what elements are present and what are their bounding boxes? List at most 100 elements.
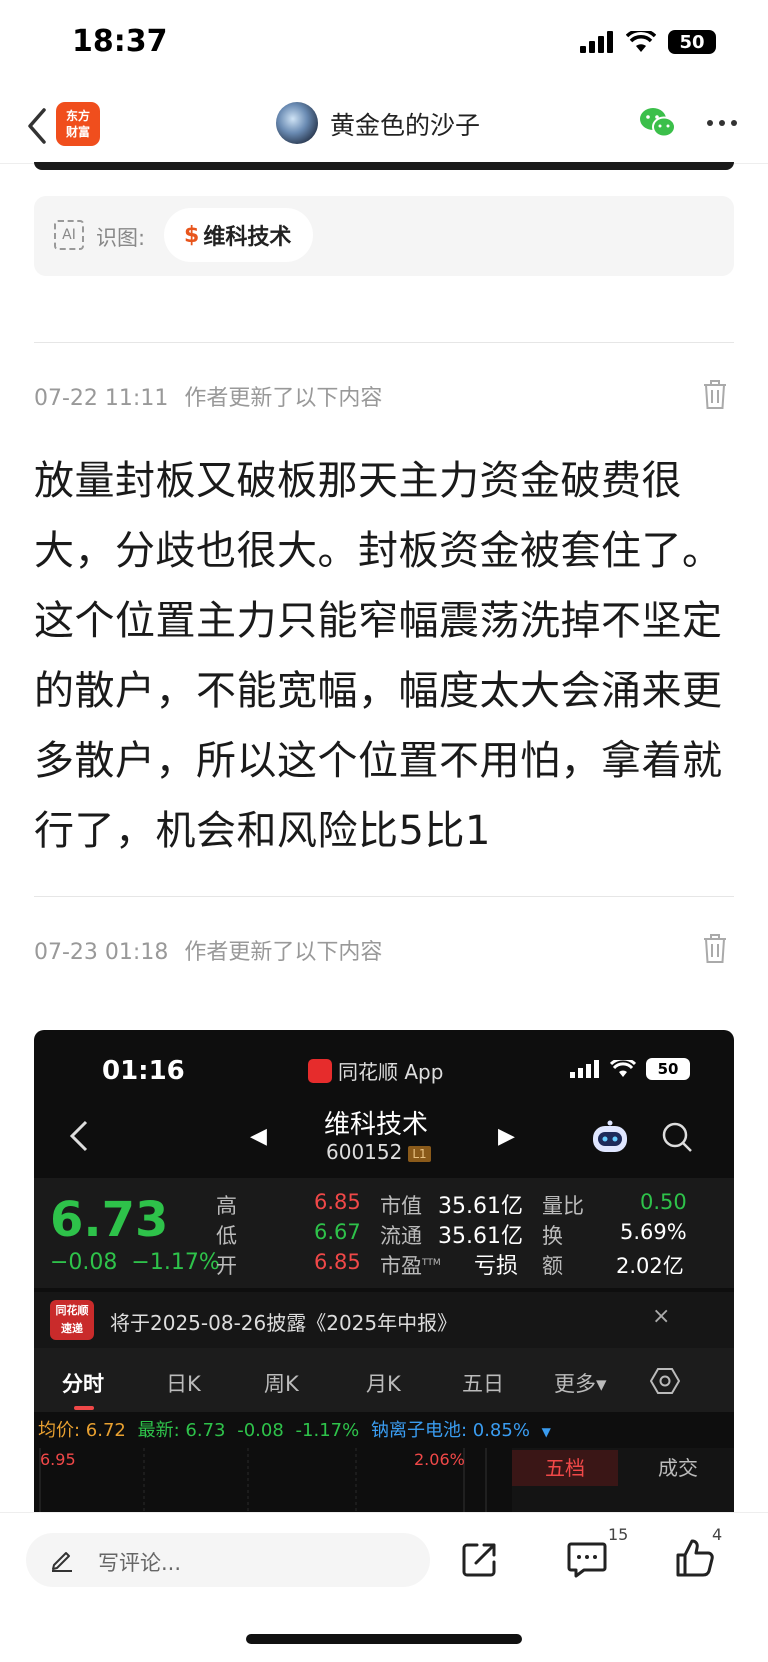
tab-daily-k: 日K: [166, 1372, 201, 1396]
image-recognition-box: AI 识图: $ 维科技术: [34, 196, 734, 276]
status-bar: 18:37 50: [0, 0, 768, 88]
stock-chip-name: 维科技术: [203, 225, 292, 250]
app-logo[interactable]: 东方 财富: [56, 102, 100, 146]
high-label: 高: [216, 1194, 237, 1218]
back-arrow-icon: [69, 1120, 88, 1152]
notice-logo-line2: 速递: [61, 1322, 83, 1335]
float-value: 35.61亿: [438, 1224, 523, 1249]
comment-input[interactable]: 写评论...: [26, 1533, 430, 1587]
open-label: 开: [216, 1254, 237, 1278]
update-datetime: 07-23 01:18: [34, 940, 169, 965]
battery-indicator: 50: [668, 30, 716, 54]
signal-icon: [580, 31, 613, 53]
update-note: 作者更新了以下内容: [184, 386, 383, 411]
pe-ttm: TTM: [422, 1258, 441, 1268]
app-logo-line2: 财富: [65, 125, 90, 139]
home-indicator: [246, 1634, 522, 1644]
turnover-label: 换: [542, 1224, 563, 1248]
app-logo-line1: 东方: [65, 109, 90, 123]
wifi-icon: [626, 31, 656, 52]
embedded-stock-header: ◀ 维科技术 600152 L1 ▶: [34, 1100, 734, 1172]
embedded-app-label: 同花顺 App: [308, 1056, 443, 1085]
nav-bar: 东方 财富 黄金色的沙子: [0, 88, 768, 164]
comment-icon[interactable]: [566, 1539, 608, 1579]
signal-icon: [570, 1060, 599, 1078]
author-avatar[interactable]: [276, 102, 318, 144]
sector-change: 钠离子电池: 0.85%: [370, 1420, 530, 1441]
update-note: 作者更新了以下内容: [184, 940, 383, 965]
embedded-app-name: 同花顺 App: [338, 1060, 444, 1084]
chart-top-percent: 2.06%: [414, 1450, 465, 1469]
close-icon: ×: [652, 1304, 671, 1329]
recognition-label: 识图:: [96, 226, 146, 250]
mcap-label: 市值: [380, 1194, 422, 1218]
settings-hex-icon: [650, 1368, 680, 1394]
update-meta: 07-23 01:18 作者更新了以下内容: [34, 934, 382, 966]
sector-dropdown-icon: ▼: [541, 1425, 551, 1439]
post-body-text: 放量封板又破板那天主力资金破费很大，分歧也很大。封板资金被套住了。这个位置主力只…: [34, 458, 723, 854]
amount-label: 额: [542, 1254, 563, 1278]
robot-assistant-icon: [593, 1120, 627, 1152]
embedded-screenshot[interactable]: 01:16 同花顺 App 50 ◀ 维科技术 600152 L1 ▶ 6.73…: [34, 1030, 734, 1550]
prev-stock-icon: ◀: [250, 1124, 267, 1149]
stock-code-text: 600152: [326, 1140, 403, 1164]
embedded-status-icons: 50: [570, 1058, 690, 1080]
avg-price: 均价: 6.72: [38, 1420, 126, 1441]
pen-icon: [52, 1552, 72, 1572]
pe-value: 亏损: [474, 1254, 519, 1279]
level-badge: L1: [408, 1145, 431, 1162]
embedded-time: 01:16: [102, 1056, 185, 1086]
more-options-icon[interactable]: [702, 106, 742, 140]
notice-text: 将于2025-08-26披露《2025年中报》: [110, 1311, 458, 1335]
low-label: 低: [216, 1224, 237, 1248]
divider: [34, 896, 734, 897]
comment-count: 15: [608, 1525, 629, 1544]
share-icon[interactable]: [460, 1539, 500, 1579]
change-percent: −1.17%: [131, 1250, 220, 1275]
status-icons: 50: [580, 30, 716, 54]
battery-indicator: 50: [646, 1058, 690, 1080]
tab-more: 更多▾: [554, 1372, 607, 1396]
latest-price: 最新: 6.73: [137, 1420, 226, 1441]
notice-logo-line1: 同花顺: [55, 1304, 89, 1317]
change-value: −0.08: [50, 1250, 118, 1275]
comment-placeholder: 写评论...: [98, 1551, 182, 1575]
trash-icon[interactable]: [700, 932, 730, 964]
wechat-share-icon[interactable]: [638, 106, 678, 140]
tab-five-day: 五日: [462, 1372, 504, 1396]
embedded-status-bar: 01:16 同花顺 App 50: [34, 1030, 734, 1100]
like-count: 4: [712, 1525, 723, 1544]
active-tab-indicator: [74, 1406, 94, 1410]
back-arrow-icon[interactable]: [22, 106, 52, 146]
thumbs-up-icon[interactable]: [674, 1537, 716, 1579]
update-meta: 07-22 11:11 作者更新了以下内容: [34, 380, 382, 412]
stock-chip[interactable]: $ 维科技术: [164, 208, 314, 262]
mcap-value: 35.61亿: [438, 1194, 523, 1219]
divider: [34, 342, 734, 343]
low-value: 6.67: [314, 1220, 361, 1244]
turnover-value: 5.69%: [620, 1220, 687, 1244]
vol-ratio-label: 量比: [542, 1194, 584, 1218]
dollar-icon: $: [184, 222, 200, 248]
quote-panel: 6.73 −0.08 −1.17% 高 6.85 低 6.67 开 6.85 市…: [34, 1178, 734, 1288]
price-change: −0.08 −1.17%: [50, 1250, 220, 1275]
indicator-row: 均价: 6.72 最新: 6.73 -0.08 -1.17% 钠离子电池: 0.…: [38, 1416, 734, 1446]
ai-scan-icon: AI: [54, 220, 84, 250]
tab-intraday: 分时: [62, 1372, 104, 1396]
notice-banner: 同花顺 速递 将于2025-08-26披露《2025年中报》 ×: [34, 1292, 734, 1348]
tab-monthly-k: 月K: [366, 1372, 401, 1396]
notice-logo: 同花顺 速递: [50, 1300, 94, 1340]
tab-five-level: 五档: [512, 1450, 618, 1486]
previous-image-edge: [34, 162, 734, 170]
pe-label: 市盈TTM: [380, 1250, 441, 1280]
high-value: 6.85: [314, 1190, 361, 1214]
amount-value: 2.02亿: [616, 1254, 684, 1278]
tab-trades: 成交: [658, 1456, 698, 1480]
trash-icon[interactable]: [700, 378, 730, 410]
chart-tabs: 分时 日K 周K 月K 五日 更多▾: [34, 1348, 734, 1412]
pe-label-text: 市盈: [380, 1254, 422, 1278]
float-label: 流通: [380, 1224, 422, 1248]
author-name[interactable]: 黄金色的沙子: [330, 106, 480, 142]
ths-app-icon: [308, 1058, 332, 1083]
update-datetime: 07-22 11:11: [34, 386, 169, 411]
